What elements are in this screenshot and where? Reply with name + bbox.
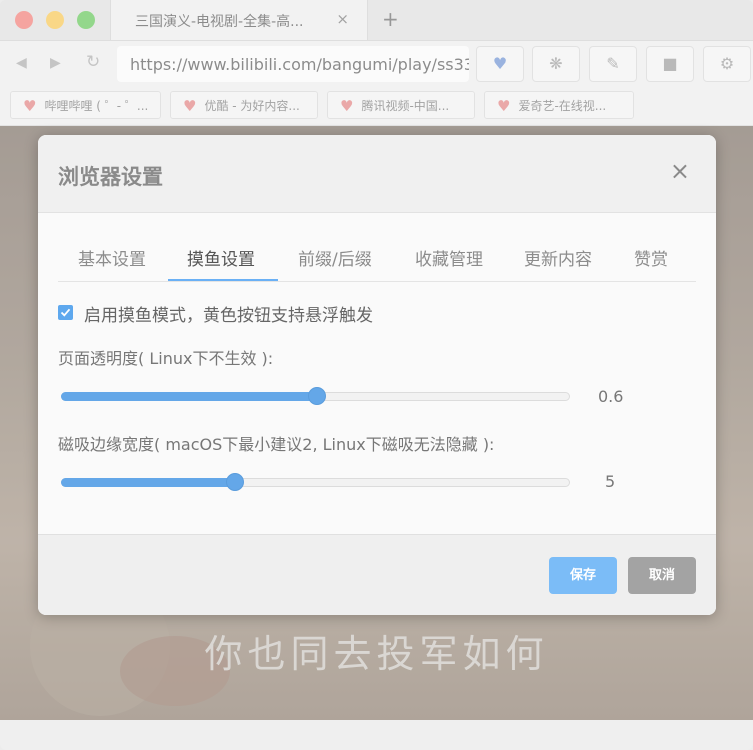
save-button[interactable]: 保存	[549, 557, 617, 594]
tab-basic-settings[interactable]: 基本设置	[78, 245, 146, 270]
fish-mode-label: 启用摸鱼模式，黄色按钮支持悬浮触发	[84, 306, 373, 326]
fish-mode-checkbox[interactable]	[58, 305, 73, 320]
dialog-body: 基本设置 摸鱼设置 前缀/后缀 收藏管理 更新内容 赞赏 启用摸鱼模式，黄色按钮…	[38, 213, 716, 534]
tab-favorites[interactable]: 收藏管理	[415, 245, 483, 270]
active-tab-indicator	[168, 279, 278, 281]
snap-width-slider-thumb[interactable]	[226, 473, 244, 491]
tab-changelog[interactable]: 更新内容	[524, 245, 592, 270]
opacity-value: 0.6	[598, 387, 624, 406]
cancel-button[interactable]: 取消	[628, 557, 696, 594]
settings-tabs: 基本设置 摸鱼设置 前缀/后缀 收藏管理 更新内容 赞赏	[58, 241, 696, 282]
tab-donate[interactable]: 赞赏	[634, 245, 668, 270]
opacity-slider-fill	[61, 392, 316, 401]
tab-prefix-suffix[interactable]: 前缀/后缀	[298, 245, 372, 270]
checkmark-icon	[60, 308, 71, 317]
snap-width-slider-track[interactable]	[61, 473, 570, 491]
opacity-slider-track[interactable]	[61, 387, 570, 405]
tab-fish-settings[interactable]: 摸鱼设置	[187, 245, 255, 270]
dialog-footer: 保存 取消	[38, 534, 716, 615]
dialog-header: 浏览器设置 ×	[38, 135, 716, 213]
opacity-slider-thumb[interactable]	[308, 387, 326, 405]
dialog-title: 浏览器设置	[58, 165, 163, 189]
browser-window: 三国演义-电视剧-全集-高... × + ◀ ▶ ↻ https://www.b…	[0, 0, 753, 750]
opacity-label: 页面透明度( Linux下不生效 ):	[58, 349, 274, 368]
settings-dialog: 浏览器设置 × 基本设置 摸鱼设置 前缀/后缀 收藏管理 更新内容 赞赏 启用摸…	[38, 135, 716, 615]
snap-width-value: 5	[605, 472, 616, 491]
snap-width-label: 磁吸边缘宽度( macOS下最小建议2, Linux下磁吸无法隐藏 ):	[58, 435, 495, 454]
close-icon[interactable]: ×	[670, 159, 690, 183]
snap-width-slider-fill	[61, 478, 234, 487]
